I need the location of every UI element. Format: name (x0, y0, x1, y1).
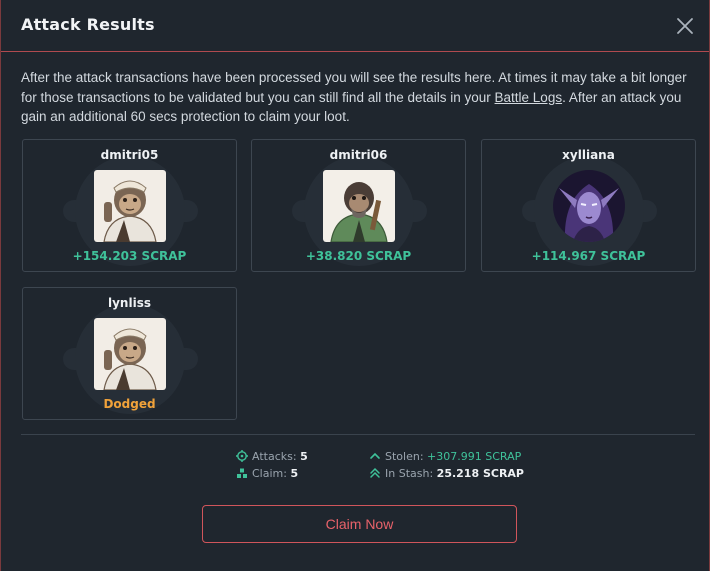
stolen-value: +307.991 SCRAP (427, 450, 522, 463)
result-card: dmitri06 +38.820 SCRAP (251, 139, 466, 272)
attack-results-modal: Attack Results After the attack transact… (0, 0, 710, 571)
result-card: dmitri05 +154.203 SCRAP (22, 139, 237, 272)
ape-icon (94, 318, 166, 390)
close-icon (677, 18, 693, 34)
target-name: xylliana (562, 148, 615, 162)
ape-icon (94, 170, 166, 242)
attacks-value: 5 (300, 450, 308, 463)
result-card: lynliss Dodged (22, 287, 237, 420)
stat-stolen: Stolen: +307.991 SCRAP (369, 450, 521, 464)
loot-amount: +154.203 SCRAP (72, 249, 187, 263)
divider (21, 434, 695, 435)
dodged-label: Dodged (103, 397, 156, 411)
stat-attacks: Attacks: 5 (236, 450, 308, 464)
result-card: xylliana +114.967 SCRAP (481, 139, 696, 272)
battle-logs-link[interactable]: Battle Logs (495, 90, 563, 105)
modal-title: Attack Results (21, 15, 155, 34)
stash-value: 25.218 SCRAP (436, 467, 524, 480)
modal-header: Attack Results (1, 0, 709, 52)
target-name: dmitri06 (329, 148, 388, 162)
claim-icon (237, 468, 247, 478)
loot-amount: +38.820 SCRAP (305, 249, 412, 263)
claim-label: Claim: (252, 467, 287, 480)
stat-claim: Claim: 5 (236, 467, 298, 481)
claim-value: 5 (290, 467, 299, 480)
elf-icon (553, 170, 625, 242)
crosshair-icon (236, 450, 248, 462)
double-chevron-up-icon (370, 467, 380, 478)
claim-now-button[interactable]: Claim Now (202, 505, 517, 543)
target-name: lynliss (108, 296, 151, 310)
chevron-up-icon (370, 452, 380, 459)
ape-icon (323, 170, 395, 242)
attacks-label: Attacks: (252, 450, 297, 463)
intro-text: After the attack transactions have been … (21, 68, 693, 127)
stash-label: In Stash: (385, 467, 434, 480)
stolen-label: Stolen: (385, 450, 424, 463)
stat-stash: In Stash: 25.218 SCRAP (369, 467, 524, 481)
close-button[interactable] (673, 14, 697, 38)
target-name: dmitri05 (100, 148, 159, 162)
loot-amount: +114.967 SCRAP (531, 249, 646, 263)
